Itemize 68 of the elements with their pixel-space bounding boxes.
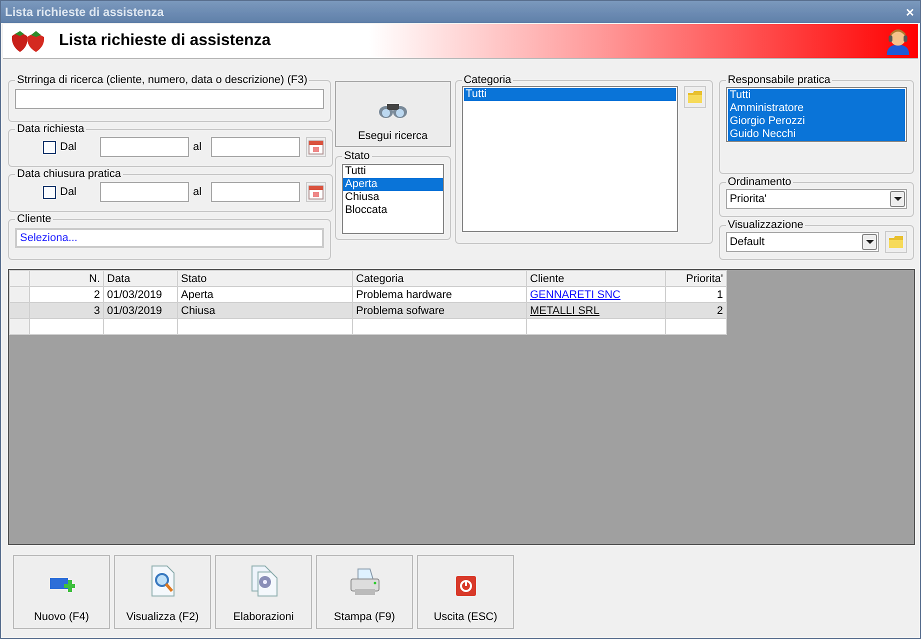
search-field[interactable] — [15, 89, 324, 109]
group-label: Cliente — [16, 213, 52, 225]
column-header[interactable]: Cliente — [526, 270, 666, 286]
list-item[interactable]: Tutti — [728, 89, 905, 102]
view-dropdown[interactable]: Default — [726, 232, 879, 252]
checkbox[interactable] — [43, 186, 56, 198]
column-header[interactable]: Categoria — [352, 270, 526, 286]
checkbox[interactable] — [43, 140, 56, 154]
group-label: Data chiusura pratica — [16, 168, 122, 180]
table-row[interactable]: 3 01/03/2019 Chiusa Problema sofware METALLI SRL 2 — [10, 302, 726, 318]
action-button[interactable]: Visualizza (F2) — [114, 555, 211, 629]
group-label: Strringa di ricerca (cliente, numero, data o descrizione) (F3) — [16, 74, 308, 86]
column-header[interactable]: N. — [30, 270, 104, 286]
client-field[interactable]: Seleziona... — [15, 228, 324, 248]
calendar-button[interactable] — [306, 182, 326, 202]
calendar-button[interactable] — [306, 137, 326, 157]
support-agent-icon — [884, 27, 912, 55]
list-item[interactable]: Tutti — [464, 88, 676, 101]
list-item[interactable]: Giorgio Perozzi — [728, 115, 905, 128]
action-button[interactable]: Elaborazioni — [215, 555, 312, 629]
action-button[interactable]: Uscita (ESC) — [417, 555, 514, 629]
printer-icon — [348, 567, 380, 597]
range-label: al — [193, 186, 203, 198]
table-cell: 3 — [30, 302, 104, 318]
action-button[interactable]: Nuovo (F4) — [13, 555, 110, 629]
calendar-icon — [308, 139, 324, 155]
list-item[interactable]: Bloccata — [343, 204, 443, 217]
page-title: Lista richieste di assistenza — [59, 32, 272, 50]
column-header[interactable]: Data — [104, 270, 178, 286]
window-title: Lista richieste di assistenza — [5, 5, 164, 19]
folder-icon — [686, 90, 703, 104]
document-search-icon — [150, 565, 176, 597]
sort-dropdown[interactable]: Priorita' — [726, 189, 907, 209]
table-cell: Chiusa — [178, 302, 352, 318]
list-item[interactable]: Tutti — [343, 165, 443, 178]
range-label: al — [193, 141, 203, 153]
search-button[interactable]: Esegui ricerca — [335, 81, 451, 147]
column-header[interactable]: Stato — [178, 270, 352, 286]
close-button[interactable]: × — [904, 5, 916, 19]
action-button[interactable]: Stampa (F9) — [316, 555, 413, 629]
date-field[interactable] — [211, 137, 300, 157]
table-cell: Problema sofware — [352, 302, 526, 318]
list-item[interactable]: Guido Necchi — [728, 128, 905, 141]
calendar-icon — [308, 184, 324, 200]
group-label: Stato — [343, 150, 371, 162]
folder-button[interactable] — [684, 86, 706, 108]
document-gear-icon — [250, 565, 278, 597]
date-field[interactable] — [100, 182, 189, 202]
group-label: Visualizzazione — [726, 219, 804, 231]
date-field[interactable] — [100, 137, 189, 157]
table-cell: 01/03/2019 — [104, 302, 178, 318]
table-cell: 2 — [666, 302, 726, 318]
list-item[interactable]: Aperta — [343, 178, 443, 191]
checkbox-label: Dal — [60, 141, 78, 153]
list-item[interactable]: Chiusa — [343, 191, 443, 204]
group-label: Data richiesta — [16, 123, 86, 135]
power-icon — [454, 575, 476, 597]
group-label: Responsabile pratica — [726, 74, 832, 86]
column-header[interactable]: Priorita' — [666, 270, 726, 286]
folder-icon — [888, 235, 904, 249]
group-label: Categoria — [462, 74, 512, 86]
dropdown-icon — [862, 234, 877, 250]
list-item[interactable]: Amministratore — [728, 102, 905, 115]
group-label: Ordinamento — [726, 176, 792, 188]
dropdown-icon — [890, 191, 905, 207]
checkbox-label: Dal — [60, 186, 78, 198]
folder-button[interactable] — [885, 231, 907, 253]
date-field[interactable] — [211, 182, 300, 202]
